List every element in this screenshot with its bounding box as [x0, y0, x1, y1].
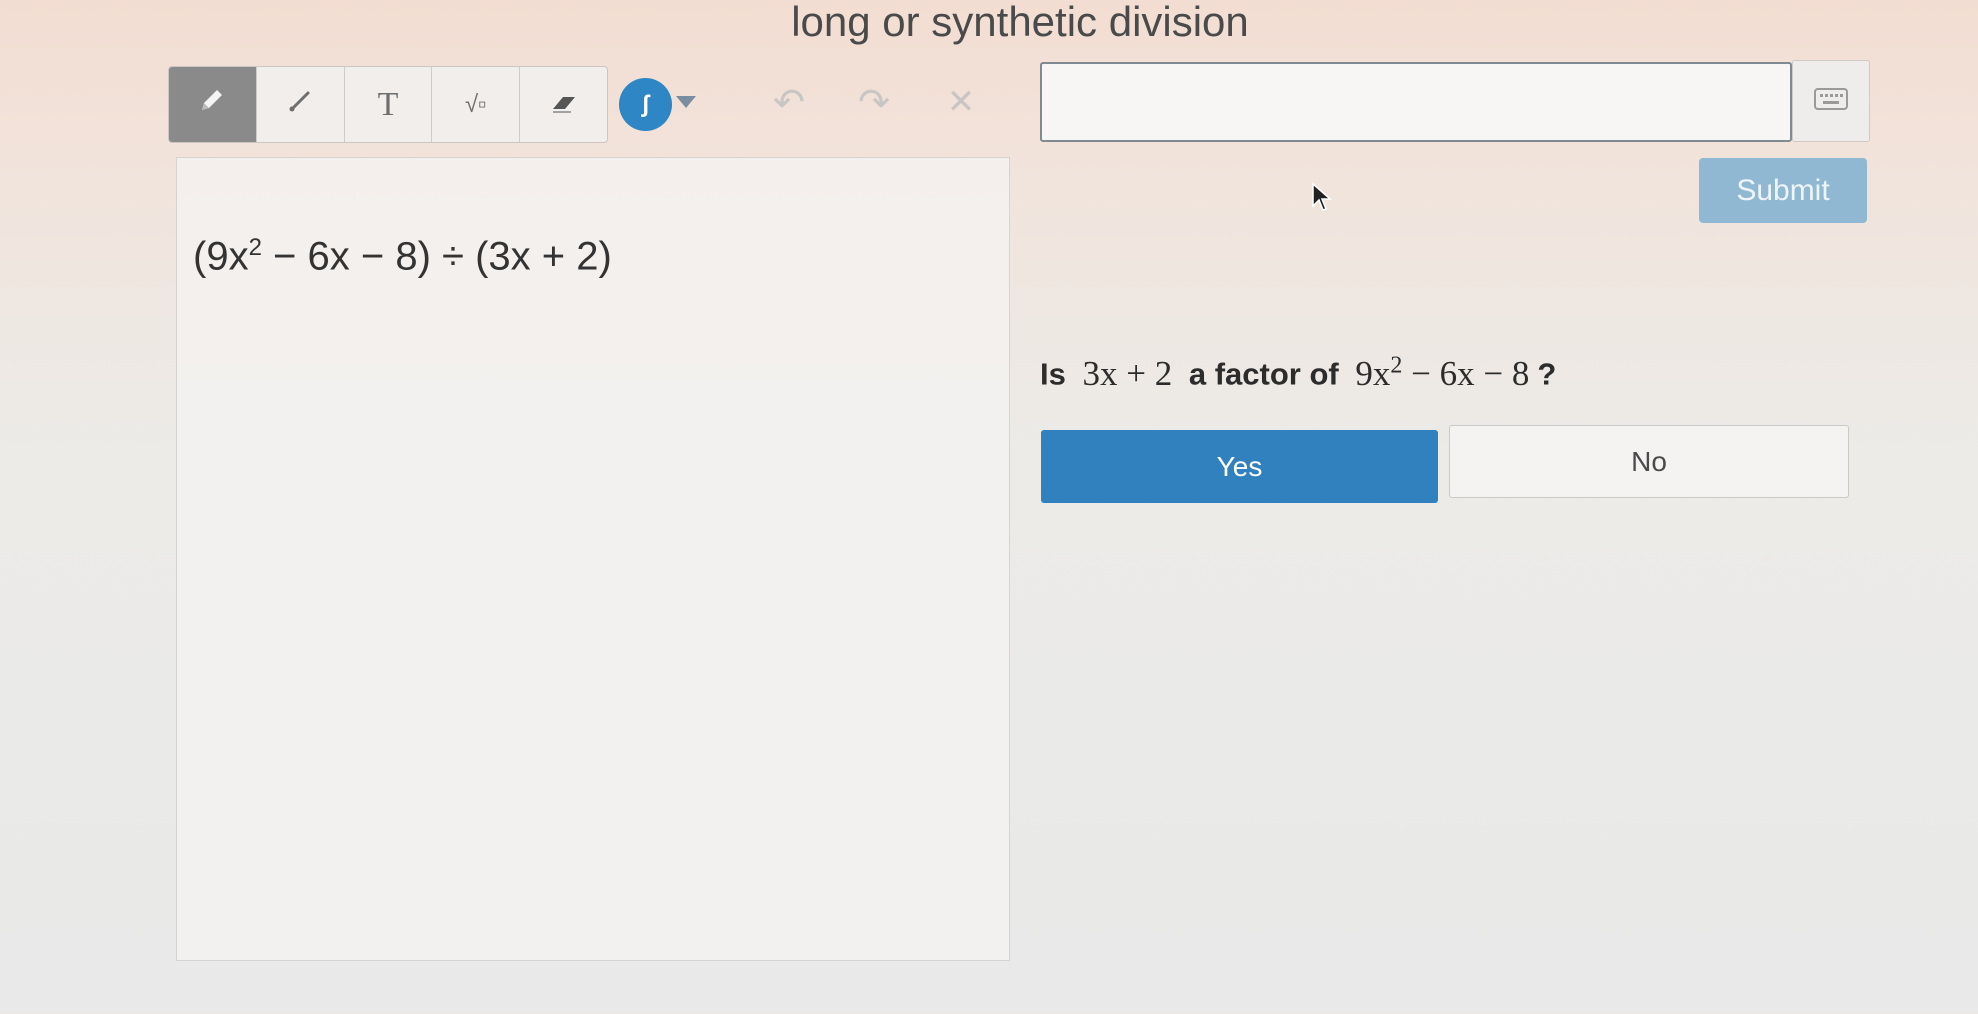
eraser-tool-button[interactable] [520, 67, 607, 142]
redo-icon: ↷ [858, 81, 890, 124]
eraser-icon [549, 85, 579, 124]
text-tool-button[interactable]: T [345, 67, 433, 142]
no-button[interactable]: No [1449, 425, 1849, 498]
redo-button[interactable]: ↷ [850, 78, 898, 126]
page-title: long or synthetic division [791, 0, 1249, 45]
problem-expression: (9x2 − 6x − 8) ÷ (3x + 2) [193, 234, 612, 279]
line-icon [286, 85, 314, 124]
keyboard-icon [1814, 87, 1848, 116]
pencil-icon [196, 84, 228, 125]
text-icon: T [377, 85, 399, 123]
submit-button[interactable]: Submit [1699, 158, 1867, 223]
answer-input[interactable] [1040, 62, 1792, 142]
pencil-tool-button[interactable] [169, 67, 257, 142]
sqrt-icon: √▫ [464, 90, 487, 118]
undo-button[interactable]: ↶ [765, 78, 813, 126]
line-tool-button[interactable] [257, 67, 345, 142]
color-picker-button[interactable]: ʃ [619, 78, 672, 131]
undo-icon: ↶ [773, 81, 805, 124]
question-text: Is 3x + 2 a factor of 9x2 − 6x − 8? [1040, 352, 1557, 393]
pen-color-icon: ʃ [641, 90, 650, 118]
chevron-down-icon[interactable] [676, 96, 696, 108]
yes-button[interactable]: Yes [1041, 430, 1438, 503]
keyboard-button[interactable] [1792, 60, 1870, 142]
clear-button[interactable]: ✕ [937, 78, 985, 126]
scratch-canvas[interactable]: (9x2 − 6x − 8) ÷ (3x + 2) [176, 157, 1010, 961]
close-icon: ✕ [946, 83, 976, 121]
mouse-cursor-icon [1311, 182, 1333, 219]
math-tool-button[interactable]: √▫ [432, 67, 521, 142]
drawing-toolbar: T √▫ [168, 66, 608, 143]
